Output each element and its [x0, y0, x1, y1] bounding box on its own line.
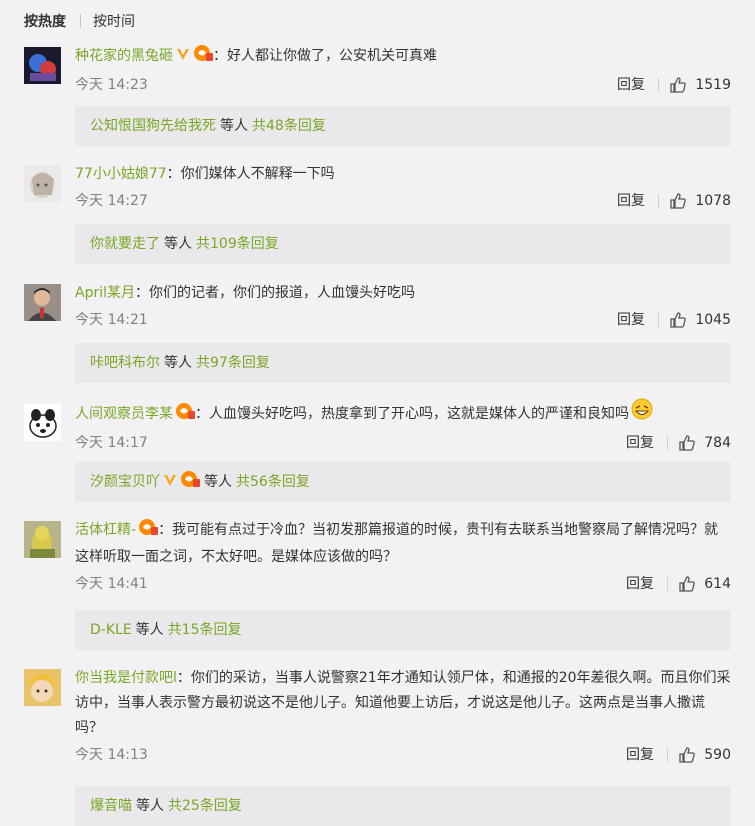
replies-count-link[interactable]: 共15条回复	[168, 622, 242, 638]
comment-time: 今天 14:23	[75, 77, 148, 93]
meta-divider	[658, 78, 659, 92]
sort-by-hot-tab[interactable]: 按热度	[24, 11, 66, 31]
comment-username[interactable]: 活体杠精-	[75, 522, 136, 538]
replies-count-link[interactable]: 共109条回复	[196, 236, 279, 252]
avatar[interactable]	[24, 521, 61, 558]
sort-by-time-tab[interactable]: 按时间	[93, 11, 135, 31]
comment-text: ：我可能有点过于冷血？当初发那篇报道的时候，贵刊有去联系当地警察局了解情况吗？就…	[75, 522, 719, 565]
replies-etc-text: 等人	[164, 355, 192, 371]
avatar[interactable]	[24, 284, 61, 321]
thumbs-up-icon	[679, 747, 696, 763]
reply-username[interactable]: 咔吧科布尔	[90, 355, 160, 371]
comment-username[interactable]: 人间观察员李某	[75, 406, 173, 422]
like-button[interactable]: 614	[678, 573, 731, 595]
reply-username[interactable]: 你就要走了	[90, 236, 160, 252]
avatar[interactable]	[24, 47, 61, 84]
reply-button[interactable]: 回复	[617, 190, 645, 212]
reply-button[interactable]: 回复	[617, 74, 645, 96]
replies-summary[interactable]: 你就要走了 等人 共109条回复	[75, 224, 731, 264]
reply-username[interactable]: 公知恨国狗先给我死	[90, 118, 216, 134]
thumbs-up-icon	[679, 435, 696, 451]
like-button[interactable]: 1045	[669, 309, 731, 331]
like-count: 614	[704, 576, 731, 592]
reply-username[interactable]: D-KLE	[90, 622, 132, 638]
replies-etc-text: 等人	[136, 798, 164, 814]
avatar[interactable]	[24, 165, 61, 202]
meta-divider	[658, 194, 659, 208]
replies-etc-text: 等人	[204, 474, 232, 490]
fan-badge-icon	[175, 402, 195, 429]
like-button[interactable]: 590	[678, 744, 731, 766]
replies-etc-text: 等人	[164, 236, 192, 252]
like-count: 1519	[695, 77, 731, 93]
reply-button[interactable]: 回复	[626, 744, 654, 766]
comment-username[interactable]: 种花家的黑兔砸	[75, 48, 173, 64]
avatar[interactable]	[24, 404, 61, 441]
comment-time: 今天 14:17	[75, 435, 148, 451]
comment-username[interactable]: April某月	[75, 285, 135, 301]
replies-count-link[interactable]: 共48条回复	[252, 118, 326, 134]
fan-badge-icon	[180, 464, 200, 504]
replies-count-link[interactable]: 共25条回复	[168, 798, 242, 814]
replies-etc-text: 等人	[135, 622, 164, 638]
meta-divider	[667, 436, 668, 450]
thumbs-up-icon	[670, 77, 687, 93]
sort-divider	[80, 14, 81, 28]
like-count: 590	[704, 747, 731, 763]
comment-username[interactable]: 77小小姑娘77	[75, 166, 167, 182]
replies-summary[interactable]: 爆音喵 等人 共25条回复	[75, 786, 731, 826]
meta-divider	[667, 577, 668, 591]
comment-text: ：好人都让你做了，公安机关可真难	[213, 48, 437, 64]
replies-count-link[interactable]: 共56条回复	[236, 474, 310, 490]
replies-summary[interactable]: 汐颜宝贝吖 等人 共56条回复	[75, 462, 731, 502]
replies-summary[interactable]: 公知恨国狗先给我死 等人 共48条回复	[75, 106, 731, 146]
replies-etc-text: 等人	[220, 118, 248, 134]
comment-text: ：人血馒头好吃吗，热度拿到了开心吗，这就是媒体人的严谨和良知吗	[195, 406, 629, 422]
fan-badge-icon	[193, 44, 213, 71]
reply-username[interactable]: 爆音喵	[90, 798, 132, 814]
like-count: 1045	[695, 312, 731, 328]
fan-badge-icon	[138, 518, 159, 545]
like-count: 784	[704, 435, 731, 451]
reply-button[interactable]: 回复	[626, 432, 654, 454]
replies-summary[interactable]: D-KLE 等人 共15条回复	[75, 610, 731, 650]
like-count: 1078	[695, 193, 731, 209]
sort-bar: 按热度 按时间	[24, 11, 135, 31]
meta-divider	[658, 313, 659, 327]
comment-text: ：你们的记者，你们的报道，人血馒头好吃吗	[135, 285, 415, 301]
like-button[interactable]: 1078	[669, 190, 731, 212]
verified-v-icon	[162, 464, 178, 504]
reply-button[interactable]: 回复	[626, 573, 654, 595]
comment-time: 今天 14:21	[75, 312, 148, 328]
thumbs-up-icon	[679, 576, 696, 592]
comment-time: 今天 14:13	[75, 747, 148, 763]
meta-divider	[667, 748, 668, 762]
avatar[interactable]	[24, 669, 61, 706]
thumbs-up-icon	[670, 193, 687, 209]
comment-time: 今天 14:41	[75, 576, 148, 592]
reply-button[interactable]: 回复	[617, 309, 645, 331]
like-button[interactable]: 1519	[669, 74, 731, 96]
comment-time: 今天 14:27	[75, 193, 148, 209]
like-button[interactable]: 784	[678, 432, 731, 454]
verified-v-icon	[175, 46, 191, 71]
replies-count-link[interactable]: 共97条回复	[196, 355, 270, 371]
thumbs-up-icon	[670, 312, 687, 328]
reply-username[interactable]: 汐颜宝贝吖	[90, 474, 160, 490]
comment-username[interactable]: 你当我是付款吧l	[75, 670, 177, 686]
comment-text: ：你们媒体人不解释一下吗	[166, 166, 335, 182]
replies-summary[interactable]: 咔吧科布尔 等人 共97条回复	[75, 343, 731, 383]
grin-emoji-icon	[631, 398, 653, 429]
